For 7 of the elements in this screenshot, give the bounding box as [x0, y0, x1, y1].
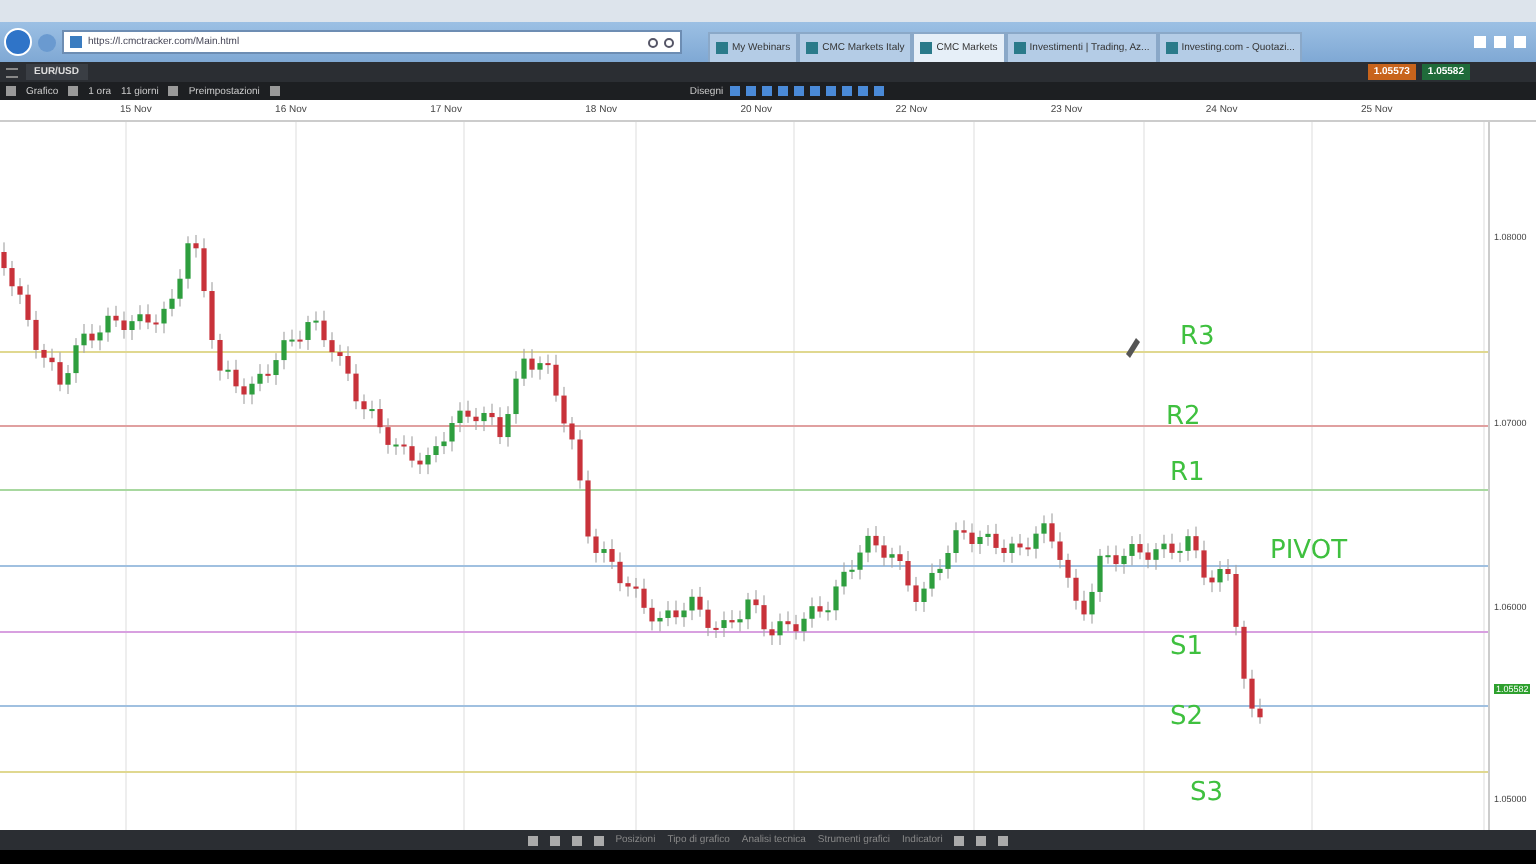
handwritten-label: R2	[1166, 402, 1201, 432]
handwritten-label: S1	[1170, 632, 1204, 662]
handwritten-label: S3	[1190, 778, 1224, 808]
handwritten-label: R3	[1180, 322, 1215, 352]
handwritten-label: R1	[1170, 458, 1205, 488]
handwritten-label: PIVOT	[1270, 536, 1348, 566]
handwritten-label: S2	[1170, 702, 1204, 732]
